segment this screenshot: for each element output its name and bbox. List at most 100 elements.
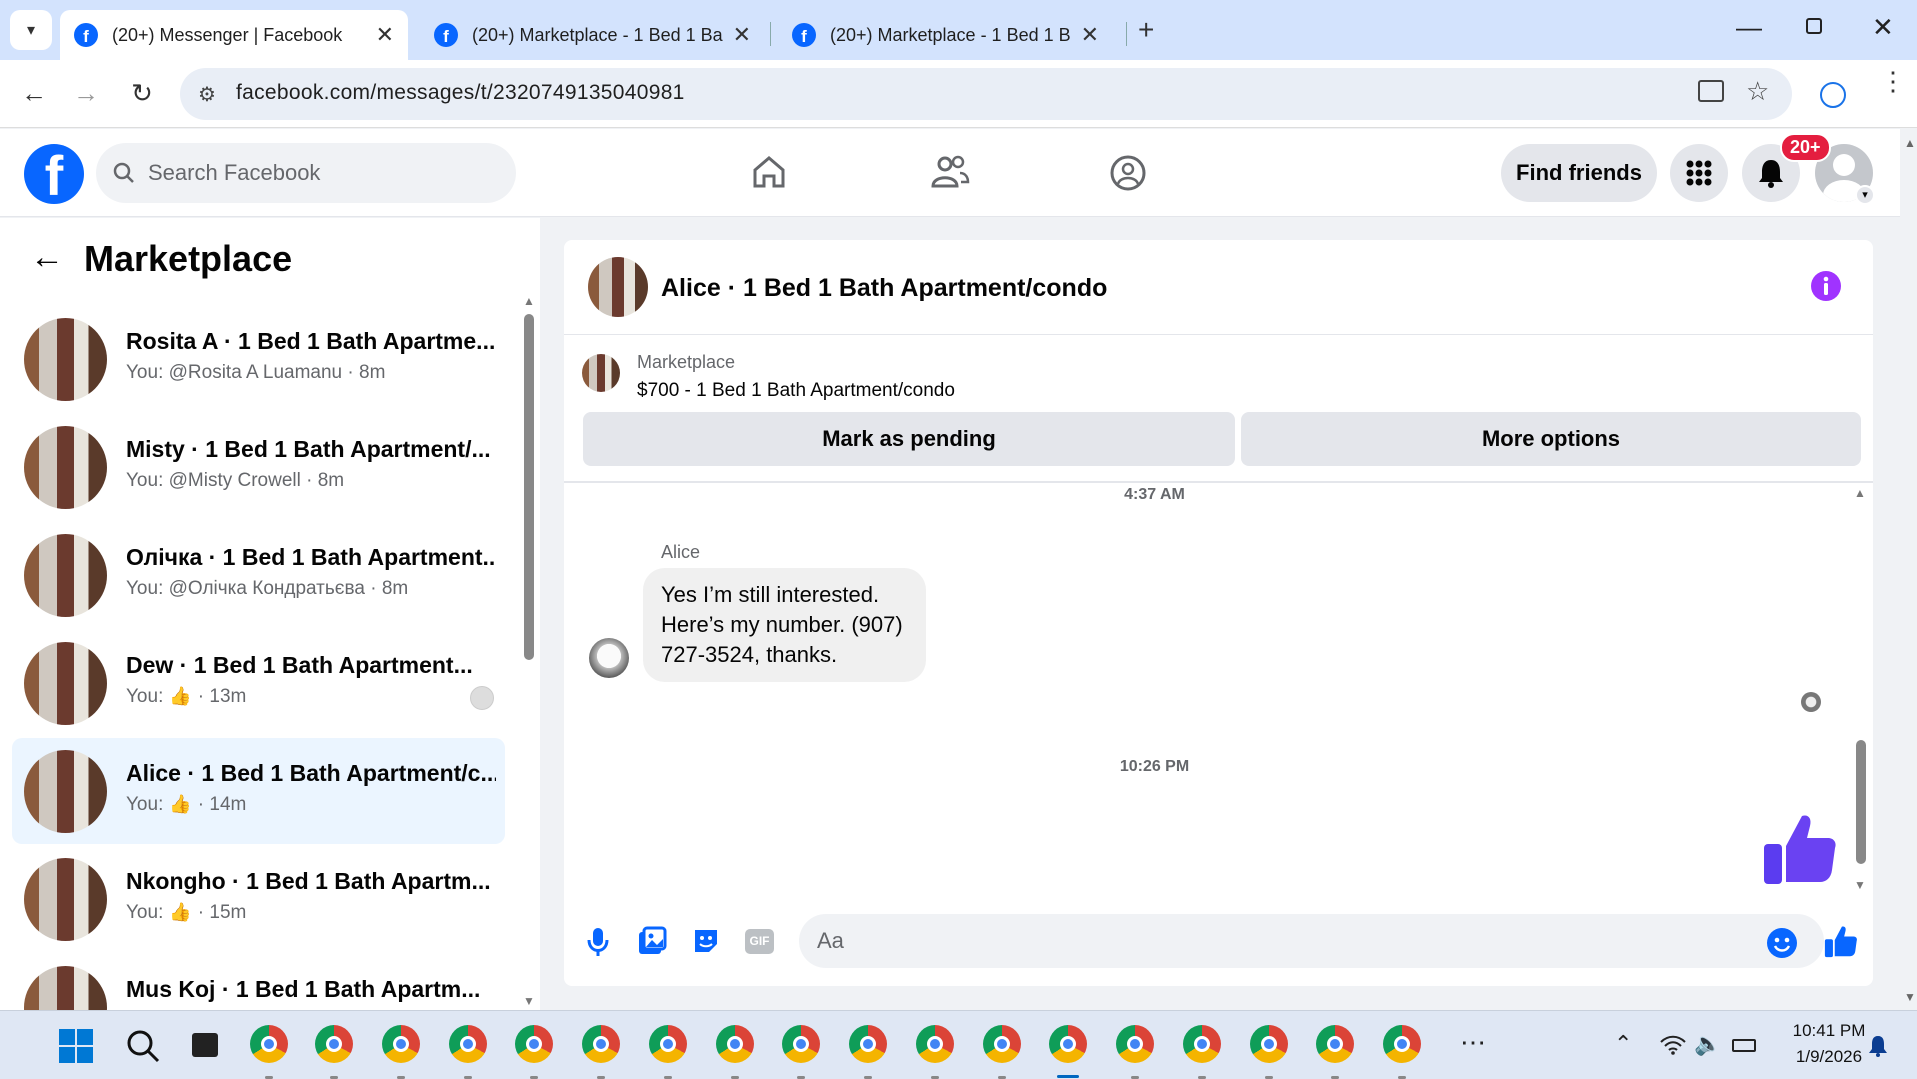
- sticker-icon[interactable]: [691, 926, 721, 956]
- tab-messenger[interactable]: f (20+) Messenger | Facebook ✕: [60, 10, 408, 60]
- search-input[interactable]: Search Facebook: [96, 143, 516, 203]
- forward-button[interactable]: →: [70, 78, 102, 109]
- sidebar-scrollbar[interactable]: ▲ ▼: [523, 294, 535, 1010]
- listing-thumbnail: [24, 966, 107, 1010]
- account-chevron-icon[interactable]: ▾: [1855, 185, 1875, 205]
- facebook-logo-icon[interactable]: f: [24, 144, 84, 204]
- marketplace-sidebar: ← Marketplace ▲ ▼ Rosita A · 1 Bed 1 Bat…: [0, 218, 540, 1010]
- header-bottom-divider: [564, 481, 1873, 483]
- browser-tab-strip: ▾ f (20+) Messenger | Facebook ✕ f (20+)…: [0, 0, 1917, 60]
- chat-title[interactable]: Alice · 1 Bed 1 Bath Apartment/condo: [661, 274, 1107, 303]
- home-icon[interactable]: [750, 153, 788, 191]
- chrome-app-icon[interactable]: [1116, 1025, 1154, 1079]
- chrome-app-icon[interactable]: [716, 1025, 754, 1079]
- address-bar[interactable]: ⚙ facebook.com/messages/t/23207491350409…: [180, 68, 1792, 120]
- grid-menu-icon: [1686, 160, 1712, 186]
- tab-marketplace-1[interactable]: f (20+) Marketplace - 1 Bed 1 Ba ✕: [420, 10, 765, 60]
- clock-time[interactable]: 10:41 PM: [1779, 1021, 1879, 1041]
- volume-icon[interactable]: 🔈: [1694, 1031, 1721, 1057]
- show-hidden-icons[interactable]: ⌃: [1614, 1031, 1632, 1057]
- more-options-button[interactable]: More options: [1241, 412, 1861, 466]
- restore-button[interactable]: [1806, 18, 1822, 34]
- conversation-item[interactable]: Alice · 1 Bed 1 Bath Apartment/c... You: 👍…: [12, 738, 505, 844]
- chrome-app-icon[interactable]: [315, 1025, 353, 1079]
- listing-source: Marketplace: [637, 352, 736, 372]
- chrome-app-icon[interactable]: [1183, 1025, 1221, 1079]
- chrome-app-icon[interactable]: [1316, 1025, 1354, 1079]
- conversation-item[interactable]: Олічка · 1 Bed 1 Bath Apartment... You: @…: [12, 522, 505, 628]
- chrome-app-icon[interactable]: [649, 1025, 687, 1079]
- friends-icon[interactable]: [928, 153, 970, 191]
- listing-title[interactable]: $700 - 1 Bed 1 Bath Apartment/condo: [637, 380, 955, 402]
- browser-toolbar: ← → ↻ ⚙ facebook.com/messages/t/23207491…: [0, 60, 1917, 128]
- preview-time: 13m: [209, 686, 247, 707]
- chat-scrollbar[interactable]: ▲ ▼: [1854, 486, 1868, 926]
- back-arrow-icon[interactable]: ←: [30, 238, 64, 277]
- microphone-icon[interactable]: [586, 926, 610, 958]
- chrome-app-icon[interactable]: [849, 1025, 887, 1079]
- page-scroll-up[interactable]: ▲: [1904, 136, 1916, 150]
- url-text[interactable]: facebook.com/messages/t/2320749135040981: [236, 81, 685, 105]
- chrome-app-icon[interactable]: [582, 1025, 620, 1079]
- send-like-icon[interactable]: [1824, 924, 1858, 958]
- message-input[interactable]: Aa: [799, 914, 1824, 968]
- windows-start-icon[interactable]: [58, 1028, 94, 1064]
- close-window-button[interactable]: ✕: [1872, 12, 1894, 43]
- notification-bell-icon[interactable]: [1868, 1035, 1888, 1057]
- conversation-item[interactable]: Rosita A · 1 Bed 1 Bath Apartme... You: @…: [12, 306, 505, 412]
- chrome-app-icon[interactable]: [782, 1025, 820, 1079]
- chat-avatar[interactable]: [588, 257, 648, 317]
- menu-grid-button[interactable]: [1670, 144, 1728, 202]
- conversation-item[interactable]: Mus Koj · 1 Bed 1 Bath Apartm...You:👍· 1…: [12, 954, 505, 1010]
- chrome-app-icon[interactable]: [1041, 1017, 1095, 1078]
- big-thumbs-up-icon[interactable]: [1762, 810, 1838, 886]
- photo-icon[interactable]: [637, 926, 667, 956]
- page-scroll-down[interactable]: ▼: [1904, 990, 1916, 1004]
- bookmark-star-icon[interactable]: ☆: [1746, 76, 1769, 107]
- emoji-icon[interactable]: [1766, 927, 1798, 959]
- new-tab-button[interactable]: +: [1138, 14, 1154, 46]
- menu-kebab-icon[interactable]: ⋮: [1880, 68, 1906, 94]
- reload-button[interactable]: ↻: [126, 78, 158, 109]
- task-view-icon[interactable]: [192, 1033, 218, 1057]
- conversation-item[interactable]: Misty · 1 Bed 1 Bath Apartment/... You: @…: [12, 414, 505, 520]
- chrome-app-icon[interactable]: [1383, 1025, 1421, 1079]
- incoming-message-bubble[interactable]: Yes I’m still interested. Here’s my numb…: [643, 568, 926, 682]
- conversation-item[interactable]: Nkongho · 1 Bed 1 Bath Apartm... You: 👍 · 1…: [12, 846, 505, 952]
- profile-icon[interactable]: [1820, 82, 1846, 108]
- sender-avatar[interactable]: [589, 638, 629, 678]
- conversation-preview: You: @Misty Crowell · 8m: [126, 470, 345, 491]
- chrome-app-icon[interactable]: [382, 1025, 420, 1079]
- wifi-icon[interactable]: [1660, 1035, 1686, 1055]
- back-button[interactable]: ←: [18, 78, 50, 109]
- close-tab-icon[interactable]: ✕: [1081, 22, 1099, 48]
- info-icon[interactable]: [1810, 270, 1842, 302]
- chrome-app-icon[interactable]: [250, 1025, 288, 1079]
- close-tab-icon[interactable]: ✕: [733, 22, 751, 48]
- find-friends-button[interactable]: Find friends: [1501, 144, 1657, 202]
- tab-marketplace-2[interactable]: f (20+) Marketplace - 1 Bed 1 Ba ✕: [778, 10, 1113, 60]
- install-app-icon[interactable]: [1698, 80, 1724, 102]
- search-taskbar-icon[interactable]: [126, 1029, 160, 1063]
- chrome-app-icon[interactable]: [983, 1025, 1021, 1079]
- mark-as-pending-button[interactable]: Mark as pending: [583, 412, 1235, 466]
- chrome-app-icon[interactable]: [449, 1025, 487, 1079]
- battery-icon[interactable]: [1732, 1039, 1756, 1052]
- chrome-app-icon[interactable]: [1250, 1025, 1288, 1079]
- clock-date[interactable]: 1/9/2026: [1779, 1047, 1879, 1067]
- groups-icon[interactable]: [1108, 153, 1148, 193]
- timestamp-2: 10:26 PM: [1119, 758, 1190, 775]
- close-tab-icon[interactable]: ✕: [376, 22, 394, 48]
- chrome-app-icon[interactable]: [916, 1025, 954, 1079]
- taskbar-overflow-icon[interactable]: ⋯: [1460, 1027, 1486, 1058]
- conversation-preview: You: @Rosita A Luamanu · 8m: [126, 362, 386, 383]
- conversation-preview: You: 👍 · 13m: [126, 686, 246, 708]
- gif-icon[interactable]: GIF: [745, 929, 774, 954]
- conversation-item[interactable]: Dew · 1 Bed 1 Bath Apartment... You: 👍 · 13…: [12, 630, 505, 736]
- site-settings-icon[interactable]: ⚙: [198, 82, 216, 107]
- chrome-app-icon[interactable]: [515, 1025, 553, 1079]
- minimize-button[interactable]: —: [1736, 12, 1762, 43]
- tab-search-button[interactable]: ▾: [10, 10, 52, 50]
- listing-thumbnail: [24, 426, 107, 509]
- listing-thumbnail[interactable]: [582, 354, 620, 392]
